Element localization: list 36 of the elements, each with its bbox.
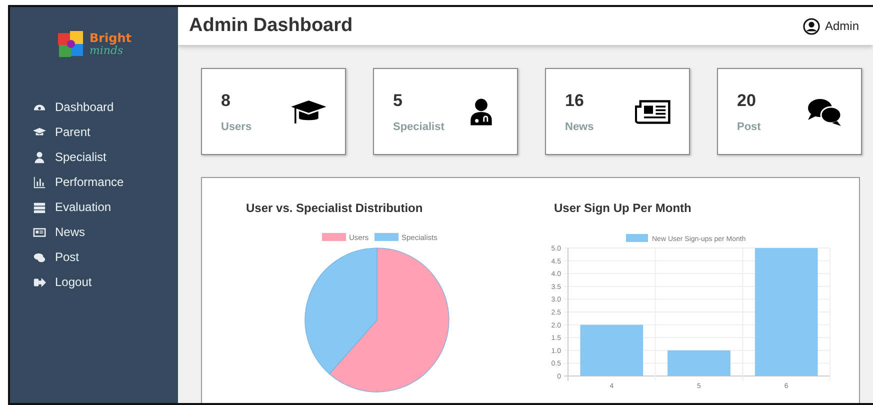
sidebar-item[interactable]: Post xyxy=(31,247,178,267)
logo-text: Bright xyxy=(89,32,132,44)
sidebar-item[interactable]: Parent xyxy=(31,122,178,142)
stat-value: 16 xyxy=(565,90,585,110)
newspaper-icon xyxy=(33,226,46,238)
legend-swatch xyxy=(626,234,648,242)
legend-swatch xyxy=(374,233,398,241)
sidebar-item[interactable]: Logout xyxy=(31,272,178,292)
chart-title: User vs. Specialist Distribution xyxy=(246,201,424,215)
stat-value: 8 xyxy=(221,90,232,110)
list-icon xyxy=(33,200,46,214)
legend-swatch xyxy=(322,233,346,241)
user-menu[interactable]: Admin xyxy=(802,18,859,34)
user-avatar-icon xyxy=(802,18,820,34)
sign-out-icon xyxy=(33,276,46,288)
bar-chart-icon xyxy=(33,176,46,188)
chat-bubbles-icon xyxy=(33,250,46,264)
logo-tagline: minds xyxy=(89,44,124,56)
stat-value: 20 xyxy=(737,90,757,110)
stat-label: News xyxy=(565,120,594,132)
stat-label: Users xyxy=(221,120,252,132)
page-title: Admin Dashboard xyxy=(189,15,353,37)
sidebar-item[interactable]: Dashboard xyxy=(31,97,178,117)
chart-title: User Sign Up Per Month xyxy=(554,201,692,215)
graduation-cap-icon xyxy=(33,126,46,138)
sidebar-item[interactable]: News xyxy=(31,222,178,242)
bar xyxy=(580,324,644,376)
sidebar-item[interactable]: Evaluation xyxy=(31,197,178,217)
person-icon xyxy=(33,150,46,164)
sidebar-item[interactable]: Specialist xyxy=(31,147,178,167)
sidebar-item[interactable]: Performance xyxy=(31,172,178,192)
stat-label: Post xyxy=(737,120,761,132)
stat-label: Specialist xyxy=(393,120,444,132)
bar xyxy=(668,350,730,376)
stat-value: 5 xyxy=(393,90,404,110)
chat-bubbles-icon xyxy=(807,96,843,126)
